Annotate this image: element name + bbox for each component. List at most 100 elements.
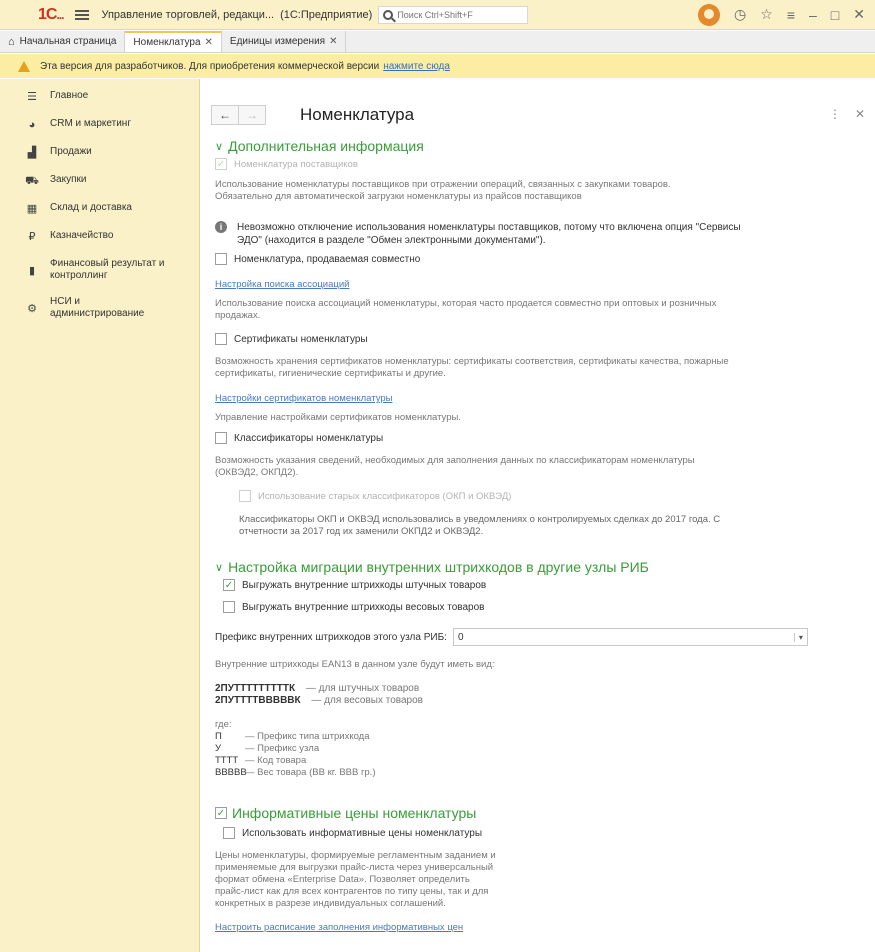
certs-manage-desc: Управление настройками сертификатов номе… xyxy=(215,412,461,423)
sidebar-item-warehouse[interactable]: ▦ Склад и доставка xyxy=(0,195,199,223)
favorites-icon[interactable]: ☆ xyxy=(760,6,773,23)
close-tab-icon[interactable]: ✕ xyxy=(329,36,337,47)
sidebar-item-main[interactable]: ☰ Главное xyxy=(0,83,199,111)
checkmark-icon: ✓ xyxy=(215,158,227,170)
sidebar: ☰ Главное ◕ CRM и маркетинг ▟ Продажи ⛟ … xyxy=(0,79,200,952)
prices-desc-3: формат обмена «Enterprise Data». Позволя… xyxy=(215,874,470,885)
associations-settings-link[interactable]: Настройка поиска ассоциаций xyxy=(215,279,349,290)
barcode-format-piece: 2ПУТТТТТТТТТК — для штучных товаров xyxy=(215,683,420,694)
checkbox-box xyxy=(223,827,235,839)
export-weight-barcodes-checkbox[interactable]: Выгружать внутренние штрихкоды весовых т… xyxy=(223,601,485,613)
prices-desc-2: применяемые для выгрузки прайс-листа чер… xyxy=(215,862,494,873)
prefix-field-row: Префикс внутренних штрихкодов этого узла… xyxy=(215,628,808,646)
legend-row: П — Префикс типа штрихкода xyxy=(215,731,370,742)
checkmark-icon[interactable]: ✓ xyxy=(215,807,227,819)
search-input[interactable] xyxy=(397,9,518,20)
tab-units[interactable]: Единицы измерения ✕ xyxy=(222,31,347,52)
prefix-input[interactable]: 0 ▾ xyxy=(452,628,808,646)
finance-icon: ▮ xyxy=(28,265,36,277)
prices-desc-5: конкретных в разрезе индивидуальных согл… xyxy=(215,898,446,909)
certificates-settings-link[interactable]: Настройки сертификатов номенклатуры xyxy=(215,393,392,404)
checkbox-box xyxy=(223,601,235,613)
ean-desc: Внутренние штрихкоды EAN13 в данном узле… xyxy=(215,659,495,670)
old-class-desc-2: отчетности за 2017 год их заменили ОКПД2… xyxy=(239,526,484,537)
checkbox-box xyxy=(215,432,227,444)
prefix-label: Префикс внутренних штрихкодов этого узла… xyxy=(215,631,447,643)
legend-row: ВВВВВ— Вес товара (ВВ кг. ВВВ гр.) xyxy=(215,767,376,778)
section-informative-prices[interactable]: ✓ Информативные цены номенклатуры xyxy=(215,805,476,821)
history-icon[interactable]: ◷ xyxy=(734,6,746,23)
barcode-legend: П — Префикс типа штрихкода У — Префикс узл… xyxy=(215,731,376,779)
dev-version-notice: Эта версия для разработчиков. Для приобр… xyxy=(0,54,875,78)
crm-icon: ◕ xyxy=(28,119,36,131)
section-barcode-migration[interactable]: ∨ Настройка миграции внутренних штрихкод… xyxy=(215,559,649,575)
certificates-checkbox[interactable]: Сертификаты номенклатуры xyxy=(215,333,368,345)
schedule-prices-link[interactable]: Настроить расписание заполнения информат… xyxy=(215,922,463,933)
treasury-icon: ₽ xyxy=(28,231,36,243)
more-actions-icon[interactable]: ⋮ xyxy=(829,107,841,121)
search-icon xyxy=(383,9,394,20)
export-piece-barcodes-checkbox[interactable]: ✓ Выгружать внутренние штрихкоды штучных… xyxy=(223,579,486,591)
old-classifiers-checkbox[interactable]: Использование старых классификаторов (ОК… xyxy=(239,490,511,502)
where-label: где: xyxy=(215,719,232,730)
warehouse-icon: ▦ xyxy=(26,203,38,215)
prices-desc-4: прайс-лист как для всех контрагентов по … xyxy=(215,886,489,897)
sidebar-item-admin[interactable]: ⚙ НСИ и администрирование xyxy=(0,289,199,327)
chevron-down-icon: ∨ xyxy=(215,140,224,153)
user-avatar[interactable] xyxy=(698,3,721,26)
cart-icon: ⛟ xyxy=(25,175,39,187)
notice-link[interactable]: нажмите сюда xyxy=(383,61,450,72)
app-logo[interactable]: 1С... xyxy=(38,6,64,24)
home-icon: ⌂ xyxy=(8,35,15,48)
supplier-desc-1: Использование номенклатуры поставщиков п… xyxy=(215,179,671,190)
assoc-desc-1: Использование поиска ассоциаций номенкла… xyxy=(215,298,717,309)
info-message: i Невозможно отключение использования но… xyxy=(215,221,741,247)
notice-text: Эта версия для разработчиков. Для приобр… xyxy=(40,60,380,72)
legend-row: ТТТТ — Код товара xyxy=(215,755,307,766)
main-content: ← → Номенклатура ⋮ ✕ ∨ Дополнительная ин… xyxy=(201,79,875,952)
supplier-nomenclature-checkbox[interactable]: ✓ Номенклатура поставщиков xyxy=(215,158,358,170)
sidebar-item-treasury[interactable]: ₽ Казначейство xyxy=(0,223,199,251)
prices-desc-1: Цены номенклатуры, формируемые регламент… xyxy=(215,850,496,861)
checkbox-box xyxy=(215,253,227,265)
title-bar: 1С... Управление торговлей, редакци... (… xyxy=(0,0,875,30)
maximize-icon[interactable]: □ xyxy=(831,7,839,23)
sales-icon: ▟ xyxy=(27,147,37,159)
sidebar-item-purchases[interactable]: ⛟ Закупки xyxy=(0,167,199,195)
info-icon: i xyxy=(215,221,227,233)
dropdown-icon[interactable]: ▾ xyxy=(793,632,803,642)
menu-icon: ☰ xyxy=(27,91,37,103)
minimize-icon[interactable]: – xyxy=(809,7,817,23)
class-desc-1: Возможность указания сведений, необходим… xyxy=(215,455,695,466)
class-desc-2: (ОКВЭД2, ОКПД2). xyxy=(215,467,299,478)
global-search[interactable] xyxy=(378,5,529,24)
chevron-down-icon: ∨ xyxy=(215,561,224,574)
warning-icon xyxy=(18,60,30,72)
sidebar-item-crm[interactable]: ◕ CRM и маркетинг xyxy=(0,111,199,139)
assoc-desc-2: продажах. xyxy=(215,310,261,321)
more-menu-icon[interactable]: ≡ xyxy=(787,7,795,23)
app-mode: (1С:Предприятие) xyxy=(280,8,373,21)
barcode-format-weight: 2ПУТТТТВВВВВК — для весовых товаров xyxy=(215,695,423,706)
section-additional-info[interactable]: ∨ Дополнительная информация xyxy=(215,138,424,154)
close-form-icon[interactable]: ✕ xyxy=(855,107,865,121)
use-informative-prices-checkbox[interactable]: Использовать информативные цены номенкла… xyxy=(223,827,482,839)
tab-nomenclature[interactable]: Номенклатура ✕ xyxy=(125,31,222,52)
legend-row: У — Префикс узла xyxy=(215,743,320,754)
checkbox-box xyxy=(215,333,227,345)
tab-home[interactable]: ⌂ Начальная страница xyxy=(0,31,126,52)
tab-bar: ⌂ Начальная страница Номенклатура ✕ Един… xyxy=(0,31,875,53)
checkbox-box xyxy=(239,490,251,502)
sidebar-item-finance[interactable]: ▮ Финансовый результат и контроллинг xyxy=(0,251,199,289)
classifiers-checkbox[interactable]: Классификаторы номенклатуры xyxy=(215,432,383,444)
sold-together-checkbox[interactable]: Номенклатура, продаваемая совместно xyxy=(215,253,420,265)
close-tab-icon[interactable]: ✕ xyxy=(205,37,213,48)
forward-button[interactable]: → xyxy=(238,105,266,125)
back-button[interactable]: ← xyxy=(211,105,239,125)
old-class-desc-1: Классификаторы ОКП и ОКВЭД использовалис… xyxy=(239,514,721,525)
sidebar-item-sales[interactable]: ▟ Продажи xyxy=(0,139,199,167)
close-icon[interactable]: ✕ xyxy=(853,6,865,23)
main-menu-icon[interactable] xyxy=(75,9,90,20)
certs-desc-2: сертификаты, гигиенические сертификаты и… xyxy=(215,368,446,379)
page-title: Номенклатура xyxy=(300,105,415,124)
